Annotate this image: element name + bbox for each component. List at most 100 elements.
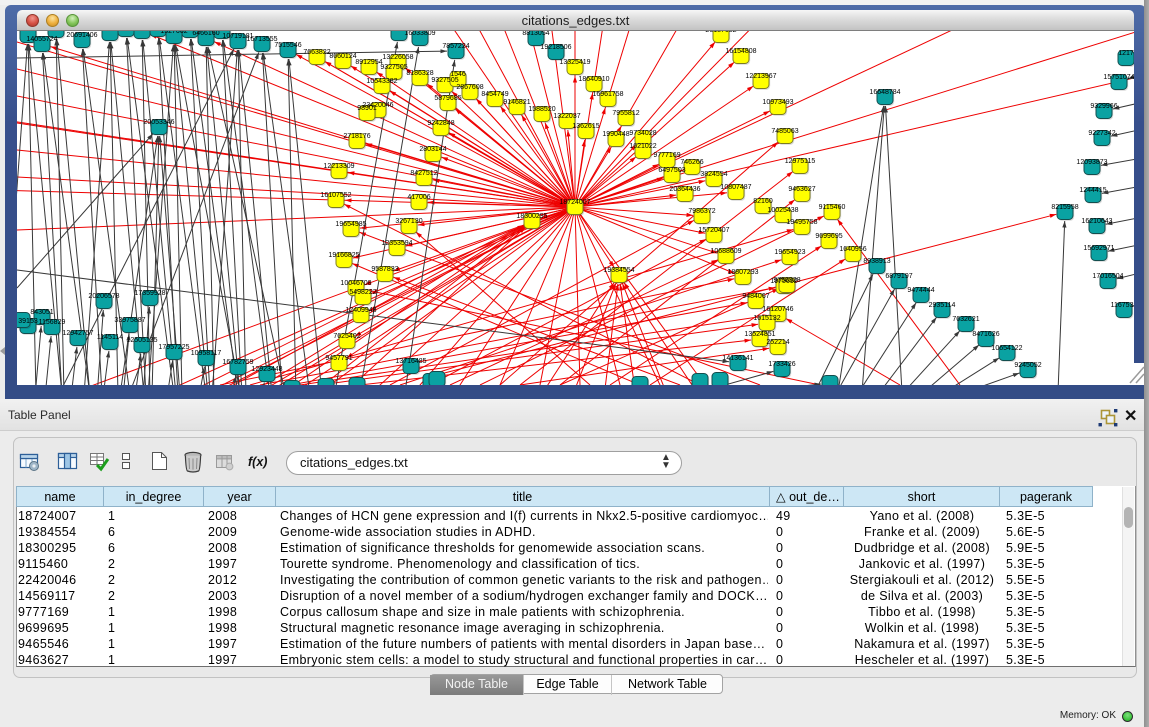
svg-text:12213309: 12213309 [323, 163, 354, 170]
svg-text:7663822: 7663822 [303, 49, 330, 56]
svg-text:12975115: 12975115 [785, 158, 816, 165]
svg-text:7515546: 7515546 [274, 42, 301, 49]
svg-text:16782759: 16782759 [222, 359, 253, 366]
svg-text:10688609: 10688609 [710, 248, 741, 255]
svg-text:20206578: 20206578 [88, 293, 119, 300]
svg-text:6879197: 6879197 [885, 273, 912, 280]
svg-text:3267130: 3267130 [395, 218, 422, 225]
svg-text:14055724: 14055724 [26, 36, 57, 43]
svg-text:12353594: 12353594 [381, 240, 412, 247]
svg-text:16033809: 16033809 [404, 31, 435, 37]
svg-text:9756928: 9756928 [773, 277, 800, 284]
svg-text:8186328: 8186328 [406, 70, 433, 77]
svg-text:9115460: 9115460 [819, 204, 846, 211]
svg-text:252214: 252214 [766, 339, 789, 346]
svg-text:12213967: 12213967 [745, 73, 776, 80]
svg-text:5498222: 5498222 [349, 289, 376, 296]
svg-text:13325419: 13325419 [559, 59, 590, 66]
svg-text:16154808: 16154808 [725, 48, 756, 55]
svg-text:843051: 843051 [30, 309, 53, 316]
svg-text:2867608: 2867608 [456, 84, 483, 91]
svg-text:12942757: 12942757 [62, 330, 93, 337]
svg-text:1156829: 1156829 [39, 319, 66, 326]
svg-text:19654923: 19654923 [774, 249, 805, 256]
svg-text:16961758: 16961758 [592, 91, 623, 98]
svg-text:12093873: 12093873 [1076, 159, 1107, 166]
svg-text:f(x): f(x) [248, 455, 267, 469]
svg-text:20053346: 20053346 [143, 119, 174, 126]
svg-text:15720407: 15720407 [698, 227, 729, 234]
svg-text:20364436: 20364436 [669, 186, 700, 193]
svg-text:7986372: 7986372 [688, 208, 715, 215]
svg-text:39153: 39153 [18, 318, 38, 325]
svg-text:8813054: 8813054 [522, 31, 549, 37]
svg-text:9327505: 9327505 [380, 64, 407, 71]
svg-text:1362615: 1362615 [572, 123, 599, 130]
svg-text:9242848: 9242848 [427, 120, 454, 127]
svg-text:9245052: 9245052 [1014, 362, 1041, 369]
svg-text:9777169: 9777169 [653, 152, 680, 159]
svg-text:16107552: 16107552 [320, 192, 351, 199]
svg-text:16648784: 16648784 [869, 89, 900, 96]
svg-text:9484067: 9484067 [742, 293, 769, 300]
svg-text:1244415: 1244415 [1079, 187, 1106, 194]
svg-text:9463627: 9463627 [788, 186, 815, 193]
svg-text:9227342: 9227342 [1088, 130, 1115, 137]
svg-text:5879685: 5879685 [434, 95, 461, 102]
svg-text:19654985: 19654985 [335, 221, 366, 228]
svg-text:19218506: 19218506 [540, 44, 571, 51]
svg-text:7857224: 7857224 [442, 43, 469, 50]
svg-text:8660124: 8660124 [329, 53, 356, 60]
svg-text:17016504: 17016504 [1092, 273, 1123, 280]
svg-text:8471626: 8471626 [972, 331, 999, 338]
svg-text:2935114: 2935114 [929, 302, 956, 309]
svg-text:417006: 417006 [407, 194, 430, 201]
svg-text:6497503: 6497503 [658, 167, 685, 174]
svg-text:19495758: 19495758 [786, 219, 817, 226]
svg-text:15751074: 15751074 [1103, 74, 1134, 81]
svg-text:10973493: 10973493 [762, 99, 793, 106]
svg-text:9146821: 9146821 [503, 99, 530, 106]
svg-text:18640910: 18640910 [578, 76, 609, 83]
svg-text:19166825: 19166825 [328, 252, 359, 259]
svg-text:20691406: 20691406 [66, 32, 97, 39]
svg-text:9587833: 9587833 [371, 266, 398, 273]
svg-text:1145114: 1145114 [97, 334, 123, 341]
svg-text:16713555: 16713555 [246, 36, 277, 43]
svg-text:18807293: 18807293 [727, 269, 758, 276]
svg-text:33975887: 33975887 [114, 317, 145, 324]
svg-text:746266: 746266 [680, 159, 703, 166]
svg-text:19384554: 19384554 [603, 267, 634, 274]
svg-text:1217: 1217 [1118, 50, 1134, 57]
svg-text:1990448: 1990448 [602, 131, 629, 138]
svg-text:12409948: 12409948 [345, 307, 376, 314]
svg-text:1322037: 1322037 [553, 113, 580, 120]
svg-text:1621022: 1621022 [629, 143, 656, 150]
svg-text:7632621: 7632621 [952, 316, 979, 323]
svg-text:10046708: 10046708 [340, 280, 371, 287]
svg-text:13524851: 13524851 [744, 331, 775, 338]
svg-text:1615132: 1615132 [753, 315, 780, 322]
svg-text:13716485: 13716485 [395, 358, 426, 365]
svg-text:8912954: 8912954 [355, 59, 382, 66]
svg-text:10807487: 10807487 [720, 184, 751, 191]
svg-text:13226058: 13226058 [382, 54, 413, 61]
svg-text:82160: 82160 [753, 198, 773, 205]
svg-text:14136141: 14136141 [722, 355, 753, 362]
svg-text:1527602: 1527602 [160, 31, 187, 35]
svg-text:15692971: 15692971 [1083, 245, 1114, 252]
svg-text:7955812: 7955812 [612, 110, 639, 117]
svg-text:1588520: 1588520 [528, 106, 555, 113]
svg-text:12505135: 12505135 [126, 337, 157, 344]
svg-text:10654122: 10654122 [991, 345, 1022, 352]
svg-text:7625402: 7625402 [333, 333, 360, 340]
svg-text:9329966: 9329966 [1090, 103, 1117, 110]
svg-text:1640956: 1640956 [839, 246, 866, 253]
svg-text:16120746: 16120746 [762, 306, 793, 313]
svg-text:18724007: 18724007 [559, 199, 590, 206]
svg-text:17957225: 17957225 [158, 344, 189, 351]
svg-text:2803144: 2803144 [419, 146, 446, 153]
svg-text:10958117: 10958117 [191, 350, 222, 357]
svg-text:18300295: 18300295 [516, 213, 547, 220]
svg-text:8454749: 8454749 [481, 91, 508, 98]
